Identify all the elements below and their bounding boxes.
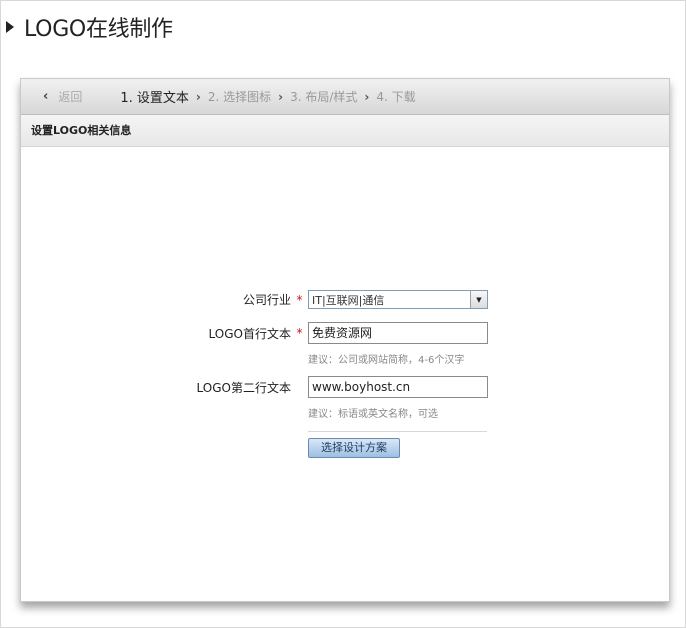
dropdown-arrow-icon[interactable]: ▼ (470, 291, 487, 308)
page-title: LOGO在线制作 (24, 17, 173, 42)
line1-label: LOGO首行文本 (208, 326, 291, 341)
chevron-right-icon: › (278, 89, 284, 104)
line2-hint: 建议：标语或英文名称，可选 (308, 409, 438, 420)
chevron-right-icon: › (364, 89, 370, 104)
wizard-panel: ‹ 返回 1. 设置文本 › 2. 选择图标 › 3. 布局/样式 › 4. 下… (20, 78, 670, 602)
step-layout-style[interactable]: 3. 布局/样式 (290, 88, 357, 105)
page-header: LOGO在线制作 (6, 11, 173, 43)
industry-label: 公司行业 (242, 293, 291, 307)
section-title: 设置LOGO相关信息 (21, 115, 669, 147)
triangle-right-icon (6, 21, 14, 33)
step-choose-icon[interactable]: 2. 选择图标 (208, 88, 271, 105)
chevron-left-icon: ‹ (43, 89, 49, 104)
choose-design-button[interactable]: 选择设计方案 (308, 438, 400, 458)
industry-select-value: IT|互联网|通信 (312, 293, 385, 307)
industry-select[interactable]: IT|互联网|通信 ▼ (308, 290, 488, 309)
divider (308, 431, 487, 432)
line2-label: LOGO第二行文本 (196, 380, 291, 395)
back-link[interactable]: ‹ 返回 (43, 88, 82, 105)
line2-input[interactable]: www.boyhost.cn (308, 376, 488, 398)
line2-row: LOGO第二行文本 www.boyhost.cn (21, 376, 488, 398)
step-set-text[interactable]: 1. 设置文本 (120, 87, 189, 106)
required-mark: * (296, 292, 303, 307)
step-bar: ‹ 返回 1. 设置文本 › 2. 选择图标 › 3. 布局/样式 › 4. 下… (21, 79, 669, 115)
line1-hint: 建议：公司或网站简称，4-6个汉字 (308, 355, 465, 366)
back-label: 返回 (58, 90, 83, 104)
industry-row: 公司行业 * IT|互联网|通信 ▼ (21, 290, 488, 309)
step-download[interactable]: 4. 下载 (376, 88, 415, 105)
line1-row: LOGO首行文本 * 免费资源网 (21, 322, 488, 344)
chevron-right-icon: › (195, 89, 201, 104)
line1-input[interactable]: 免费资源网 (308, 322, 488, 344)
required-mark: * (296, 326, 303, 340)
